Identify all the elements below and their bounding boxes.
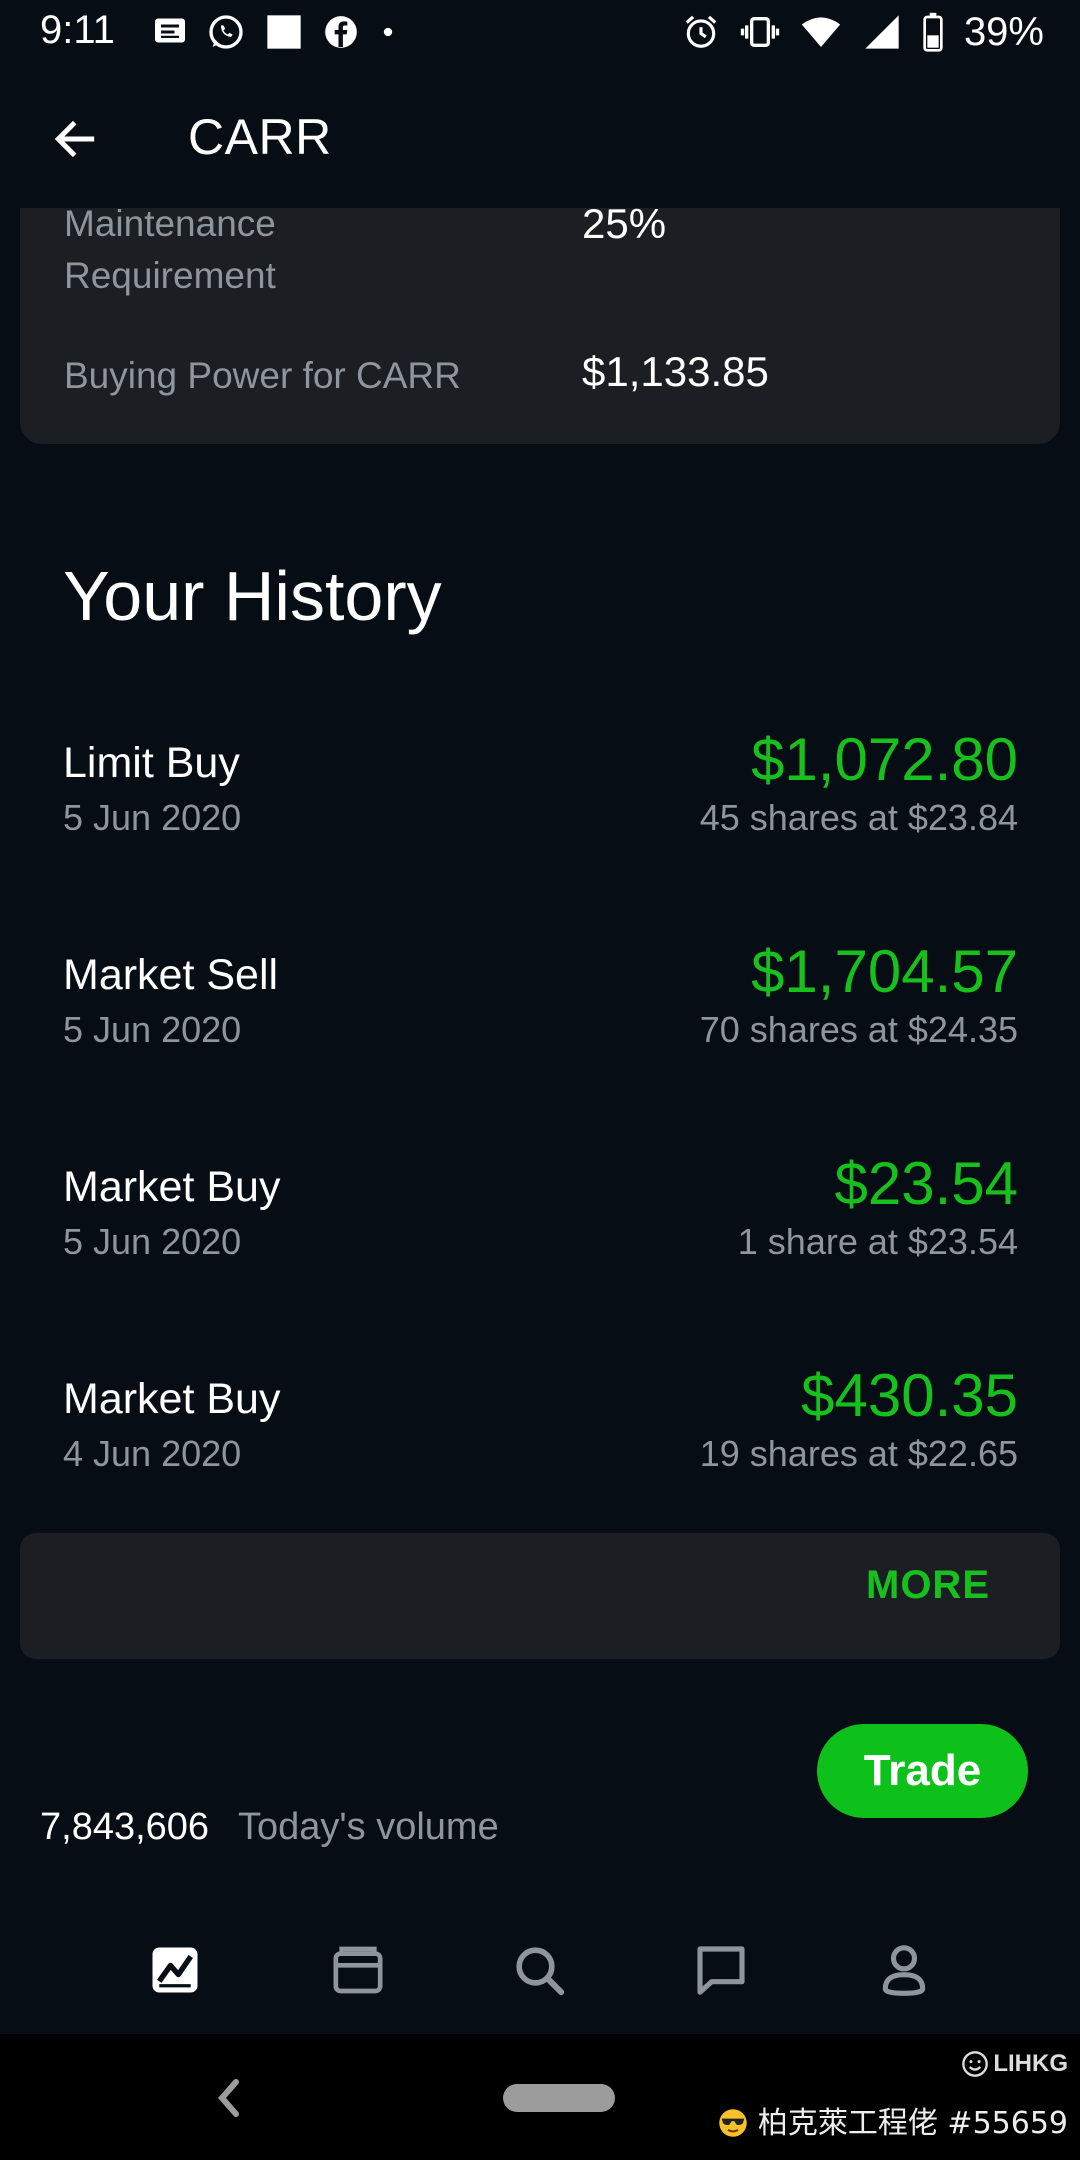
order-date: 5 Jun 2020 [63,797,242,838]
order-type: Market Sell [63,951,279,999]
chart-icon [152,1947,198,1993]
maintenance-requirement-label: Maintenance Requirement [64,203,276,296]
watermark-logo-text: LIHKG [993,2050,1068,2077]
history-title: Your History [63,557,442,635]
volume-label: Today's volume [238,1806,499,1848]
order-type: Market Buy [63,1163,281,1211]
order-amount: $430.35 [801,1362,1018,1429]
more-button[interactable]: MORE [866,1563,990,1608]
profile-icon [882,1945,926,1996]
chat-icon [697,1946,745,1995]
system-back-button[interactable] [210,2070,250,2126]
buying-power-value: $1,133.85 [582,348,769,395]
trade-button[interactable]: Trade [817,1724,1028,1818]
history-item[interactable]: Market Buy 4 Jun 2020 $430.35 19 shares … [0,1361,1080,1511]
nav-profile[interactable] [864,1930,944,2010]
order-type: Limit Buy [63,739,240,787]
system-status-icons: 39% [682,8,1044,56]
nav-wallet[interactable] [318,1930,398,2010]
volume-value: 7,843,606 [40,1806,210,1848]
battery-icon [922,12,944,52]
status-bar: 9:11 39% [0,0,1080,66]
wallet-icon [333,1946,383,1994]
history-item[interactable]: Market Buy 5 Jun 2020 $23.54 1 share at … [0,1149,1080,1299]
order-date: 5 Jun 2020 [63,1009,242,1050]
order-detail: 19 shares at $22.65 [699,1433,1018,1474]
notification-icons [152,12,398,52]
order-detail: 45 shares at $23.84 [699,797,1018,838]
order-type: Market Buy [63,1375,281,1423]
watermark-text: 柏克萊工程佬 #55659 [718,2098,1068,2142]
history-item[interactable]: Limit Buy 5 Jun 2020 $1,072.80 45 shares… [0,725,1080,875]
watermark-logo: LIHKG [961,2050,1068,2078]
facebook-icon [322,13,360,51]
order-amount: $1,072.80 [751,726,1018,793]
search-icon [516,1947,565,1996]
status-time: 9:11 [40,8,115,52]
screen: 9:11 39% Maintenance Requirement 25% Buy… [0,0,1080,2160]
nav-search[interactable] [499,1930,579,2010]
blank-notification-icon [264,12,304,52]
more-bar: MORE [20,1533,1060,1659]
sunglasses-emoji-icon [719,2109,748,2137]
wifi-icon [800,12,842,52]
order-date: 4 Jun 2020 [63,1433,242,1474]
order-date: 5 Jun 2020 [63,1221,242,1262]
history-item[interactable]: Market Sell 5 Jun 2020 $1,704.57 70 shar… [0,937,1080,1087]
order-amount: $1,704.57 [751,938,1018,1005]
bottom-nav [0,1900,1080,2034]
system-home-pill[interactable] [503,2084,615,2112]
chevron-left-icon [218,2079,239,2117]
watermark-caption: 柏克萊工程佬 #55659 [757,2106,1068,2141]
system-nav-bar: LIHKG 柏克萊工程佬 #55659 [0,2034,1080,2160]
page-title: CARR [188,109,332,165]
nav-chat[interactable] [681,1930,761,2010]
app-header: CARR [0,66,1080,208]
messages-icon [152,14,188,50]
buying-power-label: Buying Power for CARR [64,355,461,396]
back-arrow-icon [54,120,95,158]
signal-icon [862,12,902,52]
smiley-icon [962,2051,989,2077]
dot-icon [378,22,398,42]
order-detail: 70 shares at $24.35 [699,1009,1018,1050]
whatsapp-icon [206,12,246,52]
vibrate-icon [740,12,780,52]
back-button[interactable] [40,104,110,174]
margin-info-card: Maintenance Requirement 25% Buying Power… [20,172,1060,444]
order-amount: $23.54 [834,1150,1018,1217]
battery-percent: 39% [963,9,1044,54]
alarm-icon [682,13,720,51]
nav-chart[interactable] [135,1930,215,2010]
order-detail: 1 share at $23.54 [737,1221,1018,1262]
